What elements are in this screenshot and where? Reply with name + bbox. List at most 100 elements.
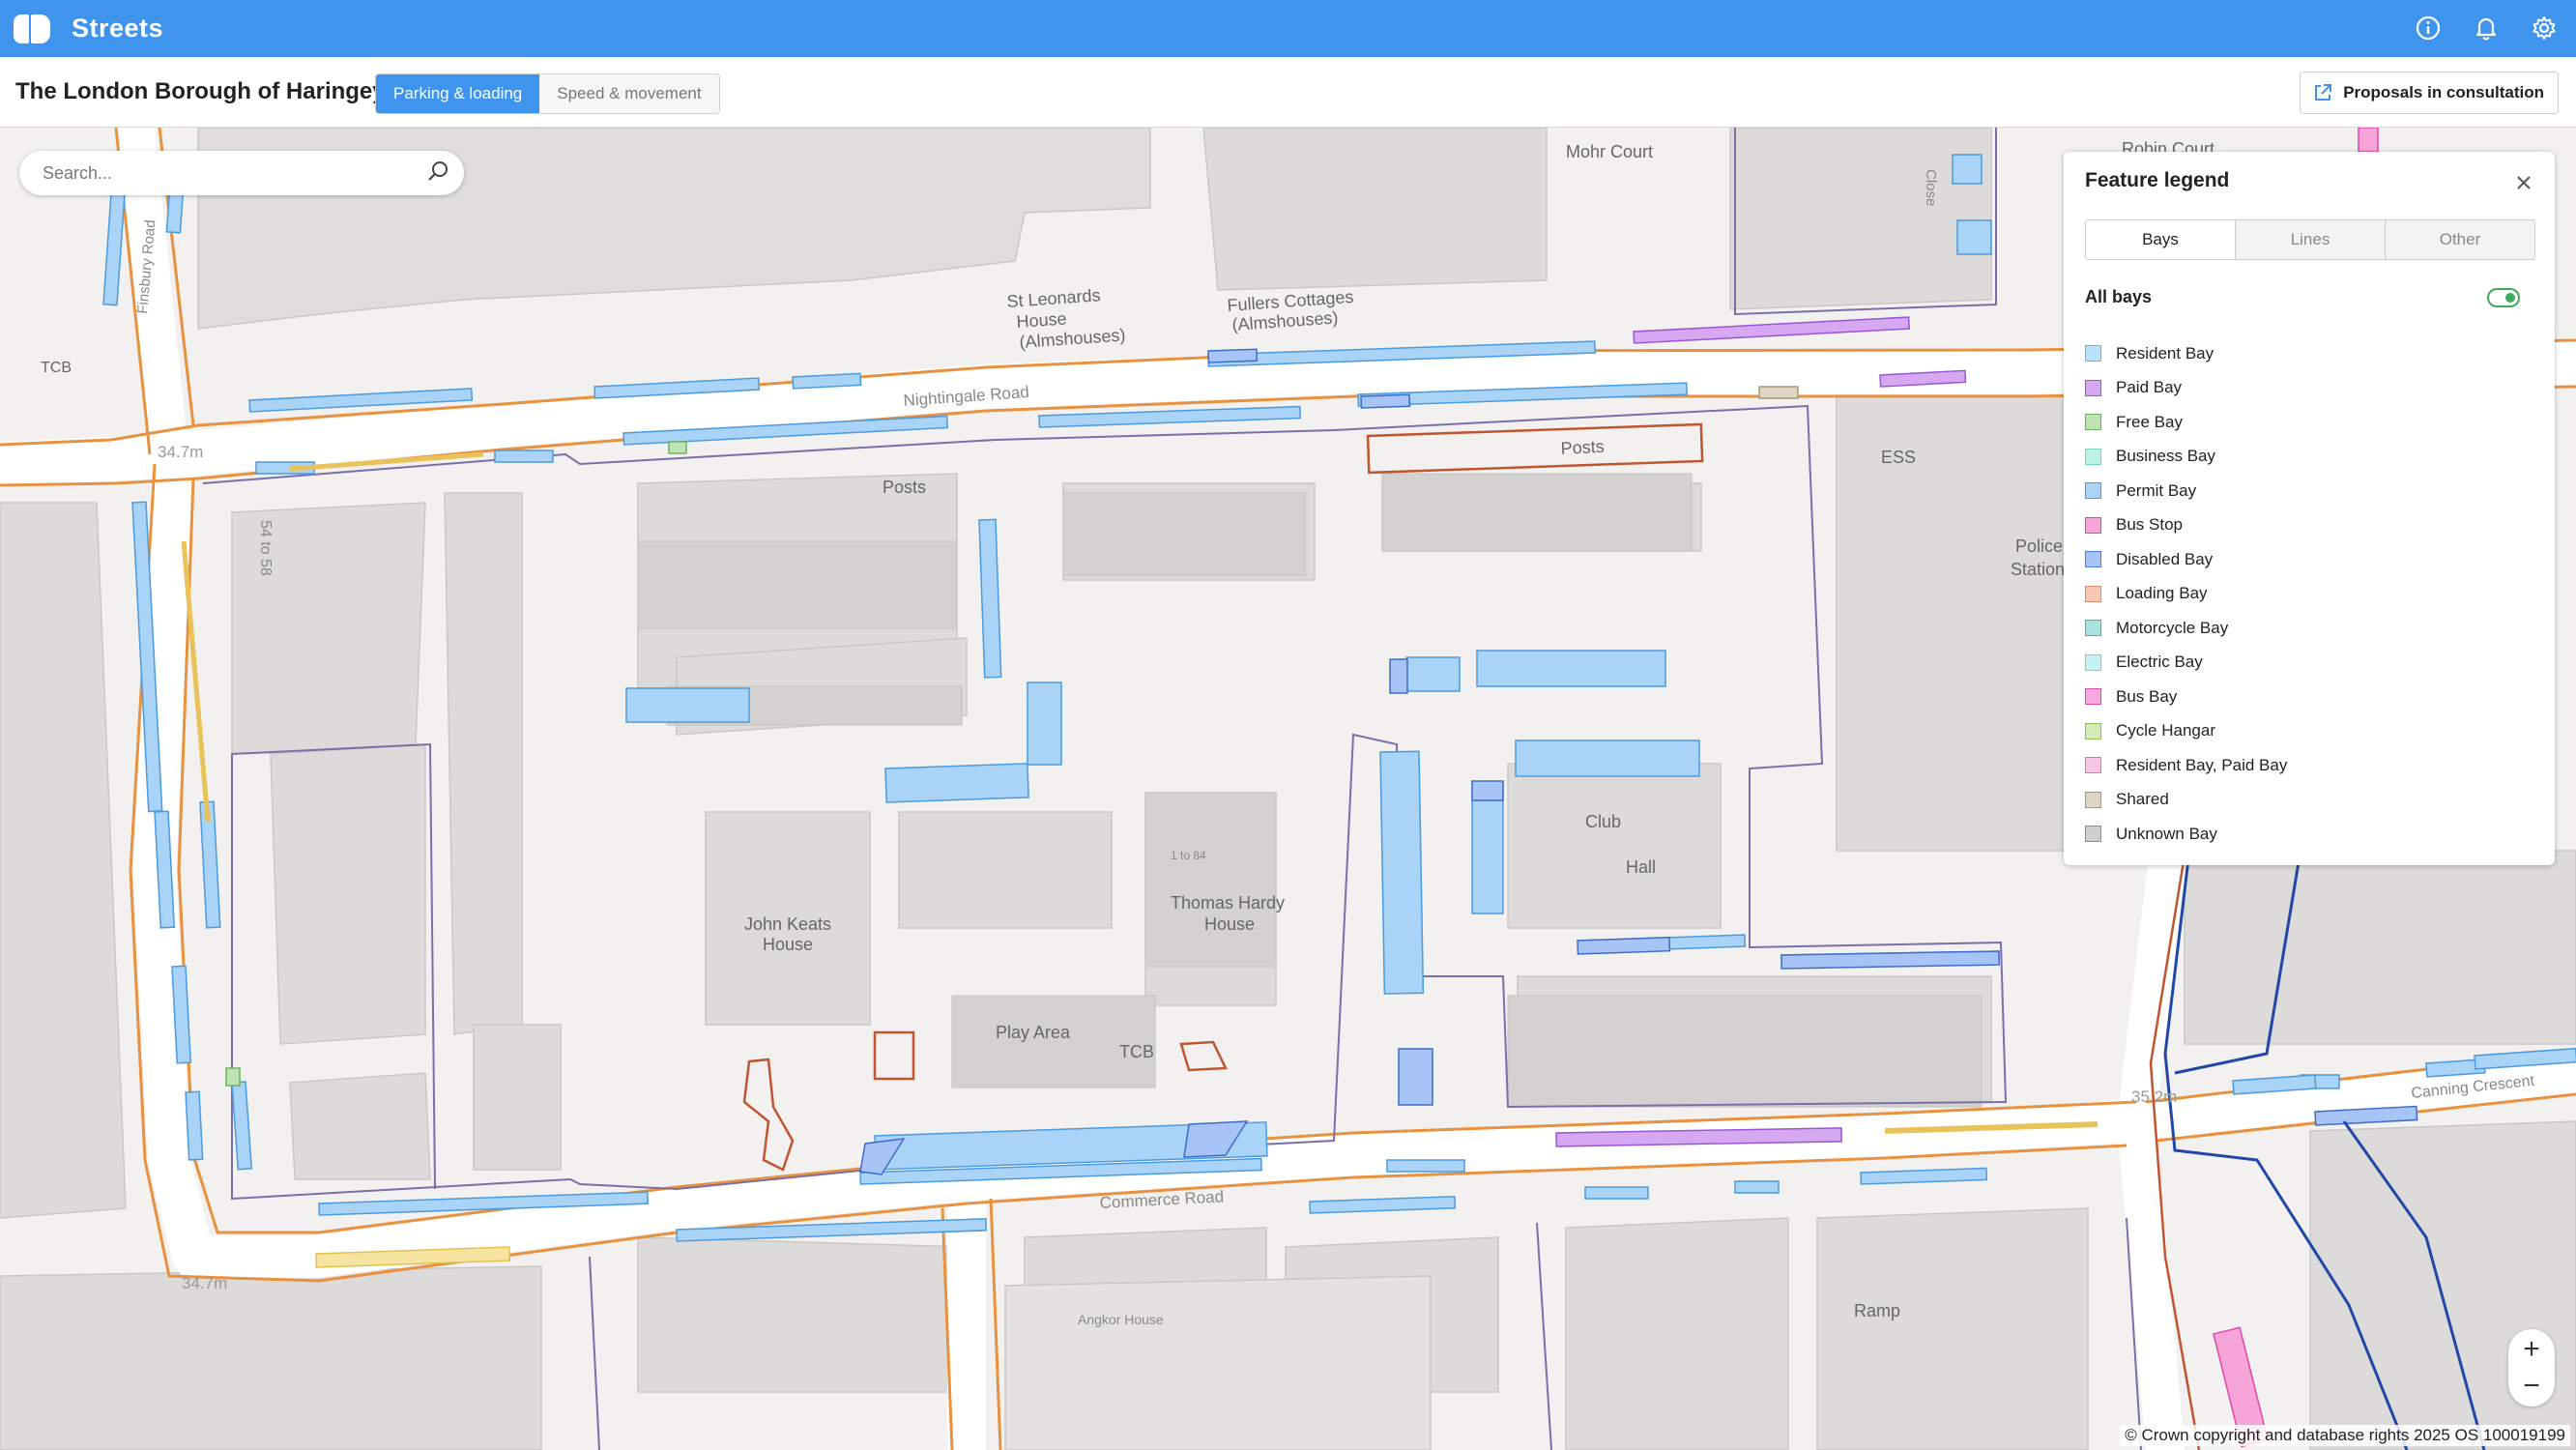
legend-item[interactable]: Loading Bay [2085,577,2287,612]
svg-text:John Keats: John Keats [744,914,831,934]
legend-swatch [2085,826,2101,843]
svg-text:House: House [1016,308,1067,332]
legend-swatch [2085,345,2101,362]
legend-swatch [2085,688,2101,706]
legend-item-label: Paid Bay [2116,378,2183,397]
search-icon[interactable] [425,159,450,188]
svg-text:Police: Police [2015,536,2063,556]
app-bar: Streets [0,0,2576,57]
legend-swatch [2085,585,2101,602]
legend-swatch [2085,414,2101,431]
svg-text:34.7m: 34.7m [158,443,203,461]
legend-tab-lines[interactable]: Lines [2235,220,2385,259]
legend-item[interactable]: Electric Bay [2085,646,2287,681]
svg-text:TCB: TCB [41,360,72,376]
info-icon[interactable] [2412,12,2445,44]
legend-swatch [2085,653,2101,671]
legend-item-label: Disabled Bay [2116,549,2214,568]
legend-item-label: Motorcycle Bay [2116,618,2229,637]
borough-title: The London Borough of Haringey [15,78,386,104]
svg-text:Ramp: Ramp [1854,1301,1900,1320]
legend-item-label: Permit Bay [2116,480,2197,500]
svg-text:Angkor House: Angkor House [1078,1312,1164,1327]
feature-legend-panel: Feature legend Bays Lines Other All bays… [2064,152,2555,865]
legend-item[interactable]: Unknown Bay [2085,817,2287,852]
svg-text:Station: Station [2011,560,2065,579]
tab-speed-movement[interactable]: Speed & movement [539,74,719,113]
svg-text:Play Area: Play Area [996,1023,1071,1042]
legend-item-label: Free Bay [2116,412,2183,431]
legend-item-label: Shared [2116,790,2169,809]
legend-item[interactable]: Disabled Bay [2085,542,2287,577]
svg-text:Thomas Hardy: Thomas Hardy [1171,893,1285,913]
legend-item-label: Resident Bay [2116,343,2214,362]
zoom-in-button[interactable]: + [2508,1331,2555,1368]
svg-text:34.7m: 34.7m [182,1274,227,1292]
legend-title: Feature legend [2085,169,2230,191]
svg-text:Close: Close [1923,169,1939,206]
close-icon[interactable] [2512,171,2535,194]
all-bays-label: All bays [2085,287,2153,306]
legend-item-label: Cycle Hangar [2116,721,2215,740]
legend-item[interactable]: Paid Bay [2085,371,2287,406]
legend-list: Resident Bay Paid Bay Free Bay Business Bay… [2085,336,2287,852]
svg-text:House: House [1204,914,1255,934]
proposals-button[interactable]: Proposals in consultation [2300,72,2559,114]
legend-item[interactable]: Resident Bay, Paid Bay [2085,748,2287,783]
svg-text:1 to 84: 1 to 84 [1171,849,1206,862]
legend-tabs: Bays Lines Other [2085,219,2535,260]
bell-icon[interactable] [2470,12,2503,44]
legend-swatch [2085,516,2101,534]
legend-item-label: Unknown Bay [2116,824,2217,843]
zoom-out-button[interactable]: − [2508,1368,2555,1405]
legend-item[interactable]: Motorcycle Bay [2085,611,2287,646]
legend-item-label: Loading Bay [2116,584,2208,603]
legend-item[interactable]: Bus Bay [2085,680,2287,714]
mode-tabs: Parking & loading Speed & movement [375,73,720,114]
svg-text:35.2m: 35.2m [2131,1088,2177,1106]
legend-item[interactable]: Free Bay [2085,405,2287,440]
svg-text:Mohr Court: Mohr Court [1566,142,1653,161]
search-input[interactable] [41,161,425,185]
external-link-icon [2312,82,2333,103]
gear-icon[interactable] [2528,12,2561,44]
app-name[interactable]: Streets [72,14,163,44]
legend-item[interactable]: Shared [2085,783,2287,818]
svg-text:Club: Club [1585,812,1621,831]
legend-swatch [2085,551,2101,568]
streets-logo-icon[interactable] [14,14,50,44]
legend-item-label: Bus Stop [2116,515,2183,535]
legend-item-label: Resident Bay, Paid Bay [2116,755,2288,774]
legend-item[interactable]: Bus Stop [2085,508,2287,543]
legend-item[interactable]: Business Bay [2085,440,2287,475]
legend-tab-bays[interactable]: Bays [2086,220,2235,259]
legend-swatch [2085,482,2101,500]
proposals-label: Proposals in consultation [2343,83,2544,102]
search-box[interactable] [19,151,464,195]
svg-text:ESS: ESS [1881,448,1916,467]
legend-swatch [2085,722,2101,740]
legend-swatch [2085,448,2101,465]
svg-text:TCB: TCB [1119,1042,1154,1061]
svg-text:Posts: Posts [883,478,926,497]
legend-swatch [2085,620,2101,637]
sub-header: The London Borough of Haringey Parking &… [0,57,2576,128]
legend-item[interactable]: Resident Bay [2085,336,2287,371]
legend-item-label: Bus Bay [2116,686,2178,706]
svg-text:54 to 58: 54 to 58 [257,520,274,576]
legend-swatch [2085,757,2101,774]
legend-swatch [2085,791,2101,808]
zoom-controls: + − [2508,1329,2555,1406]
legend-swatch [2085,379,2101,396]
legend-tab-other[interactable]: Other [2385,220,2534,259]
svg-text:Hall: Hall [1626,857,1656,877]
tab-parking-loading[interactable]: Parking & loading [376,74,540,113]
legend-item[interactable]: Cycle Hangar [2085,714,2287,749]
all-bays-toggle[interactable] [2487,288,2520,307]
svg-text:Posts: Posts [1560,437,1605,458]
legend-item[interactable]: Permit Bay [2085,474,2287,508]
legend-item-label: Electric Bay [2116,652,2203,672]
legend-item-label: Business Bay [2116,447,2215,466]
svg-text:House: House [763,935,813,954]
copyright-notice: © Crown copyright and database rights 20… [2120,1425,2570,1446]
